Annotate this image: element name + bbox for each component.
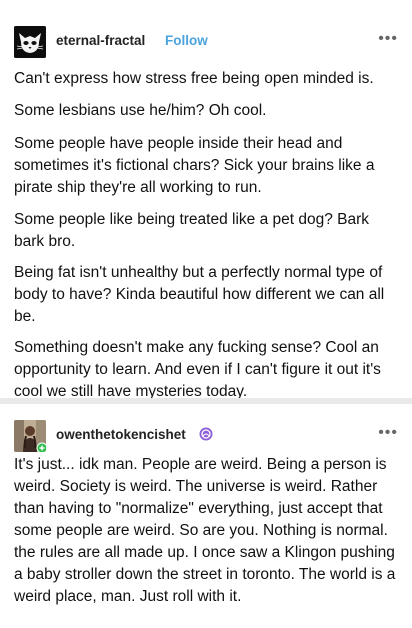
verified-badge-icon <box>199 427 213 441</box>
post-paragraph: Some people have people inside their hea… <box>14 135 375 196</box>
avatar[interactable] <box>14 420 46 452</box>
post-paragraph: It's just... idk man. People are weird. … <box>14 456 396 605</box>
post-paragraph: Being fat isn't unhealthy but a perfectl… <box>14 264 385 325</box>
post-eternal-fractal: eternal-fractal Follow ••• Can't express… <box>0 0 412 400</box>
more-options-button[interactable]: ••• <box>378 30 398 48</box>
online-status-icon <box>36 442 46 452</box>
follow-button[interactable]: Follow <box>165 33 208 48</box>
post-paragraph: Some lesbians use he/him? Oh cool. <box>14 102 267 119</box>
post-header: owenthetokencishet ••• <box>14 420 398 452</box>
more-options-button[interactable]: ••• <box>378 424 398 442</box>
cat-avatar-icon <box>14 26 46 58</box>
post-owenthetokencishet: owenthetokencishet ••• It's just... idk … <box>0 404 412 628</box>
post-paragraph: Can't express how stress free being open… <box>14 70 374 87</box>
post-header: eternal-fractal Follow ••• <box>14 26 398 58</box>
username[interactable]: eternal-fractal <box>56 33 145 48</box>
post-paragraph: Some people like being treated like a pe… <box>14 211 370 250</box>
avatar[interactable] <box>14 26 46 58</box>
username[interactable]: owenthetokencishet <box>56 427 186 442</box>
post-paragraph: Something doesn't make any fucking sense… <box>14 339 381 400</box>
